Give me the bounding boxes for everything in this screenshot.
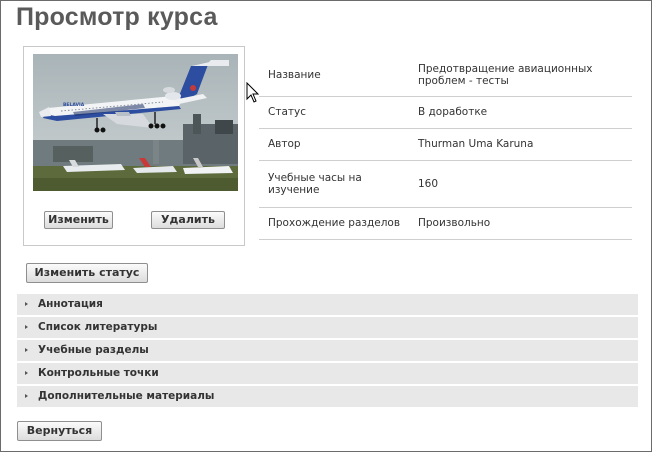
detail-row-author: Автор Thurman Uma Karuna [259,128,632,161]
section-bibliography[interactable]: Список литературы [17,317,638,338]
course-image: BELAVIA [33,54,238,191]
detail-value: Предотвращение авиационных проблем - тес… [410,54,632,97]
section-label: Учебные разделы [38,344,149,356]
detail-value: Thurman Uma Karuna [410,128,632,161]
course-details-table: Название Предотвращение авиационных проб… [259,54,632,240]
edit-image-button[interactable]: Изменить [44,211,113,229]
section-checkpoints[interactable]: Контрольные точки [17,363,638,384]
detail-label: Автор [259,128,410,161]
expand-arrow-icon [25,302,28,306]
detail-row-hours: Учебные часы на изучение 160 [259,160,632,208]
expand-arrow-icon [25,348,28,352]
plane-livery-text: BELAVIA [63,102,85,108]
course-image-panel: BELAVIA Изменить Удалить [23,46,245,246]
detail-label: Учебные часы на изучение [259,160,410,208]
detail-value: Произвольно [410,207,632,240]
back-button[interactable]: Вернуться [17,421,102,441]
detail-label: Прохождение разделов [259,207,410,240]
change-status-button[interactable]: Изменить статус [26,263,148,283]
detail-row-name: Название Предотвращение авиационных проб… [259,54,632,97]
detail-label: Название [259,54,410,97]
mouse-cursor-icon [246,82,260,103]
detail-value: В доработке [410,96,632,129]
detail-value: 160 [410,160,632,208]
page-frame: Просмотр курса BELAVIA Изменить Удалить … [0,0,652,452]
page-title: Просмотр курса [16,3,218,31]
delete-image-button[interactable]: Удалить [151,211,225,229]
expand-arrow-icon [25,371,28,375]
section-label: Контрольные точки [38,367,159,379]
section-label: Аннотация [38,298,103,310]
section-study-units[interactable]: Учебные разделы [17,340,638,361]
detail-row-status: Статус В доработке [259,96,632,129]
expand-arrow-icon [25,325,28,329]
section-additional-materials[interactable]: Дополнительные материалы [17,386,638,407]
section-label: Список литературы [38,321,158,333]
expand-arrow-icon [25,394,28,398]
detail-row-progression: Прохождение разделов Произвольно [259,207,632,240]
detail-label: Статус [259,96,410,129]
section-annotation[interactable]: Аннотация [17,294,638,315]
section-label: Дополнительные материалы [38,390,215,402]
